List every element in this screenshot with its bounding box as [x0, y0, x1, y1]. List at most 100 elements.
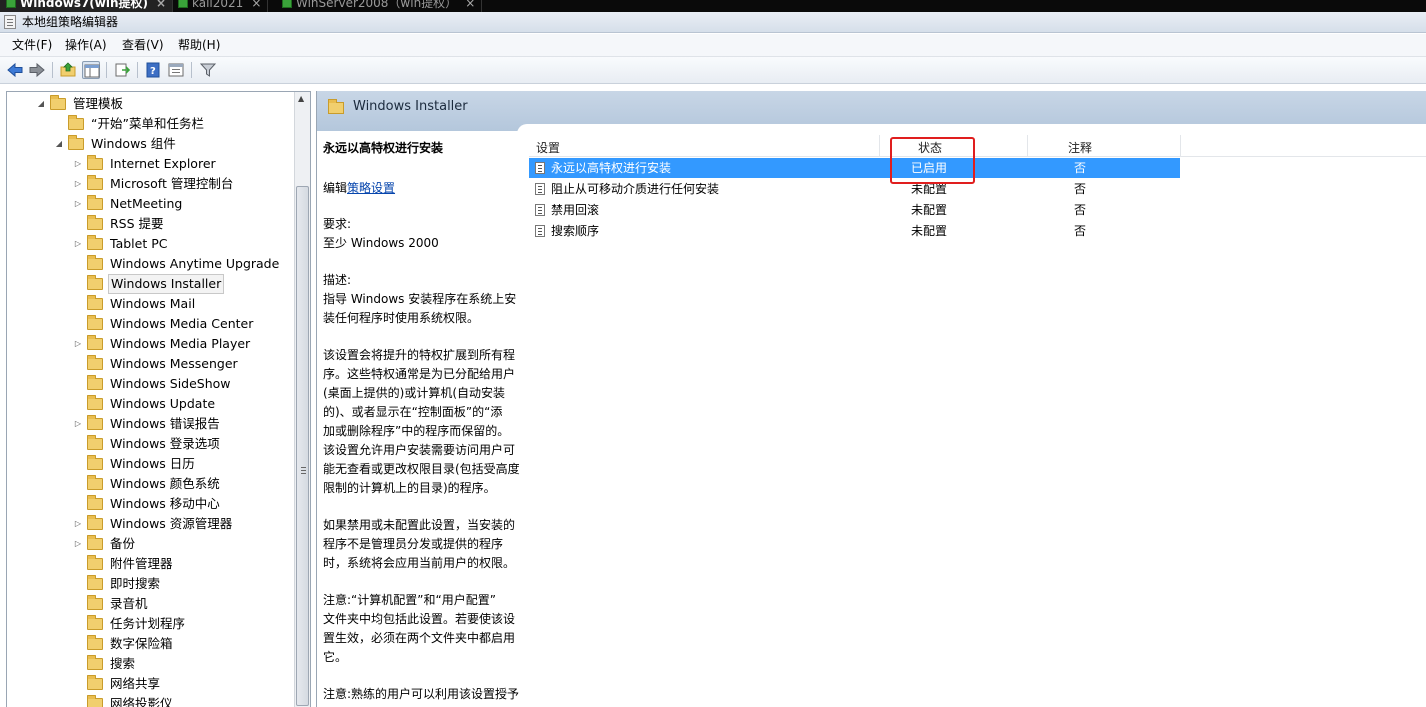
setting-state: 未配置 [911, 203, 948, 217]
tree-scrollbar[interactable]: ▲ [294, 92, 310, 707]
setting-state: 未配置 [911, 224, 948, 238]
details-header-title: Windows Installer [353, 99, 468, 114]
details-area: Windows Installer 永远以高特权进行安装 编辑策略设置 要求: 至… [316, 91, 1426, 707]
folder-icon [328, 99, 344, 114]
close-icon[interactable]: × [156, 0, 166, 10]
folder-icon [87, 635, 103, 650]
menu-help[interactable]: 帮助(H) [176, 37, 222, 53]
policy-setting-icon [535, 204, 545, 216]
folder-icon [87, 295, 103, 310]
folder-icon [87, 415, 103, 430]
vm-icon [282, 0, 292, 8]
folder-icon [87, 355, 103, 370]
title-bar: 本地组策略编辑器 [0, 12, 1426, 33]
up-folder-icon[interactable] [59, 61, 77, 79]
folder-icon [87, 655, 103, 670]
expand-icon[interactable]: ▷ [73, 194, 83, 214]
policy-tree: ◢ 管理模板 “开始”菜单和任务栏 ◢ Windows 组件 ▷ Internet… [6, 91, 311, 707]
policy-setting-icon [535, 225, 545, 237]
folder-icon [50, 95, 66, 110]
setting-comment: 否 [1074, 161, 1087, 175]
folder-icon [87, 195, 103, 210]
folder-icon [87, 155, 103, 170]
description-para-4: 注意:“计算机配置”和“用户配置” 文件夹中均包括此设置。若要使该设 置生效，必须在… [323, 593, 516, 664]
list-header: 设置 状态 注释 [529, 135, 1426, 157]
setting-name: 搜索顺序 [551, 224, 600, 238]
vm-tab-kali[interactable]: kali2021 × [172, 0, 269, 12]
description-para-2: 该设置会将提升的特权扩展到所有程 序。这些特权通常是为已分配给用户 (桌面上提供的)… [323, 348, 520, 495]
collapse-icon[interactable]: ◢ [54, 134, 64, 154]
close-icon[interactable]: × [251, 0, 261, 10]
properties-icon[interactable] [167, 61, 185, 79]
scroll-up-icon[interactable]: ▲ [298, 94, 304, 103]
menu-view[interactable]: 查看(V) [120, 37, 166, 53]
export-icon[interactable] [113, 61, 131, 79]
help-icon[interactable]: ? [144, 61, 162, 79]
menu-file[interactable]: 文件(F) [10, 37, 54, 53]
setting-comment: 否 [1074, 203, 1087, 217]
column-comment[interactable]: 注释 [1068, 139, 1092, 156]
folder-icon [87, 555, 103, 570]
setting-comment: 否 [1074, 182, 1087, 196]
folder-icon [87, 695, 103, 707]
expand-icon[interactable]: ▷ [73, 414, 83, 434]
extended-description: 永远以高特权进行安装 编辑策略设置 要求: 至少 Windows 2000 描述:… [317, 131, 521, 707]
tree-content: ◢ 管理模板 “开始”菜单和任务栏 ◢ Windows 组件 ▷ Internet… [7, 92, 295, 707]
setting-row[interactable]: 搜索顺序 未配置 否 [529, 221, 1180, 241]
folder-icon [87, 395, 103, 410]
expand-icon[interactable]: ▷ [73, 154, 83, 174]
policy-editor-icon [4, 15, 16, 29]
setting-row[interactable]: 禁用回滚 未配置 否 [529, 200, 1180, 220]
menu-action[interactable]: 操作(A) [63, 37, 109, 53]
expand-icon[interactable]: ▷ [73, 514, 83, 534]
expand-icon[interactable]: ▷ [73, 334, 83, 354]
folder-icon [87, 615, 103, 630]
collapse-icon[interactable]: ◢ [36, 94, 46, 114]
folder-icon [68, 115, 84, 130]
folder-icon [87, 595, 103, 610]
column-setting[interactable]: 设置 [536, 139, 560, 156]
expand-icon[interactable]: ▷ [73, 234, 83, 254]
setting-title: 永远以高特权进行安装 [323, 141, 444, 155]
setting-row[interactable]: 阻止从可移动介质进行任何安装 未配置否 [529, 179, 1180, 199]
description: 描述: 指导 Windows 安装程序在系统上安 装任何程序时使用系统权限。 [323, 273, 517, 325]
folder-icon [87, 475, 103, 490]
back-icon[interactable] [6, 61, 24, 79]
folder-icon [87, 175, 103, 190]
folder-icon [87, 435, 103, 450]
vm-tab-windows7[interactable]: Windows7(win提权) × [0, 0, 174, 12]
menu-bar: 文件(F) 操作(A) 查看(V) 帮助(H) [0, 34, 1426, 57]
requirements: 要求: 至少 Windows 2000 [323, 217, 439, 250]
vm-tab-winserver2008[interactable]: WinServer2008（win提权） × [276, 0, 483, 12]
expand-icon[interactable]: ▷ [73, 174, 83, 194]
show-tree-icon[interactable] [82, 61, 100, 79]
toolbar: ? [0, 57, 1426, 84]
folder-icon [87, 235, 103, 250]
vm-icon [178, 0, 188, 8]
folder-icon [87, 675, 103, 690]
filter-icon[interactable] [199, 61, 217, 79]
setting-comment: 否 [1074, 224, 1087, 238]
policy-setting-icon [535, 162, 545, 174]
forward-icon[interactable] [28, 61, 46, 79]
folder-icon [87, 535, 103, 550]
setting-name: 禁用回滚 [551, 203, 600, 217]
vm-icon [6, 0, 16, 8]
description-para-3: 如果禁用或未配置此设置，当安装的 程序不是管理员分发或提供的程序 时，系统将会应用当… [323, 518, 516, 570]
settings-list: 设置 状态 注释 永远以高特权进行安装 已启用否阻止从可移动介质进行任何安装 未配置… [529, 135, 1426, 707]
highlight-box [890, 137, 975, 184]
svg-text:?: ? [150, 66, 156, 77]
folder-icon [87, 575, 103, 590]
folder-icon [87, 455, 103, 470]
setting-row[interactable]: 永远以高特权进行安装 已启用否 [529, 158, 1180, 178]
close-icon[interactable]: × [465, 0, 475, 10]
scrollbar-thumb[interactable] [296, 186, 309, 706]
folder-icon [87, 275, 103, 290]
folder-icon [87, 375, 103, 390]
policy-setting-icon [535, 183, 545, 195]
expand-icon[interactable]: ▷ [73, 534, 83, 554]
edit-policy-line: 编辑策略设置 [323, 181, 396, 195]
edit-policy-link[interactable]: 策略设置 [347, 181, 395, 195]
folder-icon [68, 135, 84, 150]
description-para-5: 注意:熟练的用户可以利用该设置授予 [323, 687, 520, 701]
